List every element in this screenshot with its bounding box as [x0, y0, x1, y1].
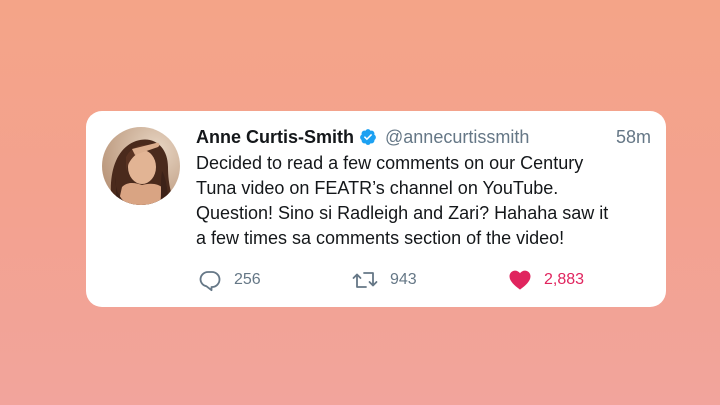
like-count: 2,883 [544, 271, 585, 288]
retweet-count: 943 [390, 271, 417, 288]
tweet-actions: 256 943 2,883 [196, 267, 656, 293]
heart-icon [508, 268, 532, 292]
reply-count: 256 [234, 271, 261, 288]
tweet-header: Anne Curtis-Smith @annecurtissmith 58m [196, 125, 651, 149]
timestamp[interactable]: 58m [616, 127, 651, 148]
tweet-card[interactable]: Anne Curtis-Smith @annecurtissmith 58m D… [86, 111, 666, 307]
avatar-photo [102, 127, 180, 205]
tweet-text: Decided to read a few comments on our Ce… [196, 151, 656, 251]
tweet-text-line: Question! Sino si Radleigh and Zari? Hah… [196, 203, 609, 223]
author-handle[interactable]: @annecurtissmith [385, 127, 529, 148]
avatar[interactable] [102, 127, 180, 205]
tweet-text-line: a few times sa comments section of the v… [196, 228, 565, 248]
retweet-icon [352, 268, 378, 292]
tweet-text-line: Decided to read a few comments on our Ce… [196, 153, 584, 173]
author-name[interactable]: Anne Curtis-Smith [196, 127, 354, 148]
like-button[interactable]: 2,883 [508, 267, 584, 293]
tweet-text-line: Tuna video on FEATR’s channel on YouTube… [196, 178, 559, 198]
retweet-button[interactable]: 943 [352, 267, 417, 293]
reply-icon [198, 268, 222, 292]
verified-badge-icon [359, 128, 377, 146]
reply-button[interactable]: 256 [198, 267, 261, 293]
